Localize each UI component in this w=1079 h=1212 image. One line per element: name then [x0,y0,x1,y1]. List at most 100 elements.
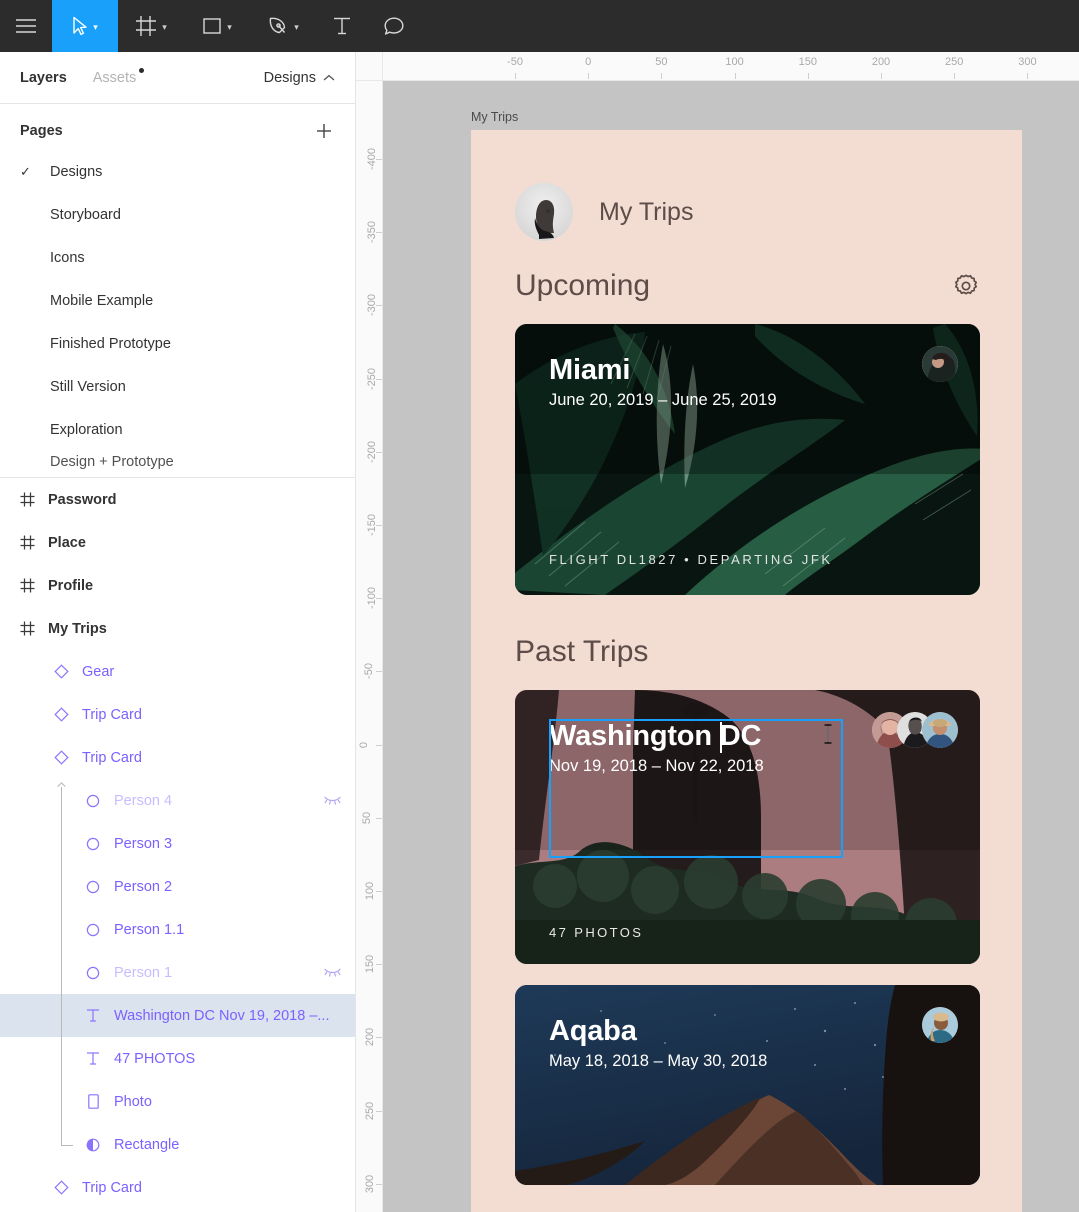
layer-row[interactable]: Person 3 [0,822,355,865]
component-icon [54,1180,69,1195]
page-item-still-version[interactable]: Still Version [0,365,355,408]
design-canvas[interactable]: My Trips [383,81,1079,1212]
ruler-tick-label: 250 [364,1101,376,1119]
instance-icon [86,837,100,851]
layer-label: My Trips [48,621,107,637]
layer-label: Photo [114,1094,152,1110]
ruler-tick-mark [376,964,382,965]
layer-type-icon [82,880,104,894]
layer-type-icon [82,1094,104,1109]
layer-row[interactable]: Washington DC Nov 19, 2018 –... [0,994,355,1037]
layer-row[interactable]: Person 2 [0,865,355,908]
ruler-tick-label: 250 [945,56,963,68]
ruler-tick-mark [515,73,516,79]
layer-row[interactable]: Rectangle [0,1123,355,1166]
ruler-tick-mark [881,73,882,79]
pen-tool-icon[interactable]: ▾ [250,0,316,52]
trip-card-aqaba[interactable]: Aqaba May 18, 2018 – May 30, 2018 [515,985,980,1185]
layers-tree: PasswordPlaceProfileMy TripsGearTrip Car… [0,478,355,1209]
comment-tool-icon[interactable] [368,0,420,52]
dc-avatars [872,712,958,748]
trip-card-miami[interactable]: Miami June 20, 2019 – June 25, 2019 FLIG… [515,324,980,595]
layer-label: Person 1 [114,965,172,981]
layer-row[interactable]: Trip Card [0,693,355,736]
layer-type-icon [82,1008,104,1023]
ruler-tick-mark [376,525,382,526]
assets-badge-dot [139,68,144,73]
ruler-tick-mark [376,379,382,380]
page-item-design-prototype[interactable]: Design + Prototype [0,451,355,473]
layer-label: Person 4 [114,793,172,809]
frame-icon [20,492,35,507]
layer-type-icon [82,794,104,808]
ruler-tick-mark [954,73,955,79]
ruler-tick-mark [588,73,589,79]
page-item-mobile-example[interactable]: Mobile Example [0,279,355,322]
layer-label: Password [48,492,117,508]
frame-label[interactable]: My Trips [471,110,518,124]
gear-icon[interactable] [952,272,980,300]
layer-label: 47 PHOTOS [114,1051,195,1067]
ruler-tick-mark [376,671,382,672]
instance-icon [86,966,100,980]
eye-off-icon [324,967,341,978]
menu-icon[interactable] [0,0,52,52]
layer-row[interactable]: Person 4 [0,779,355,822]
shape-tool-icon[interactable]: ▾ [184,0,250,52]
designs-toggle[interactable]: Designs [264,70,335,86]
layer-type-icon [82,1051,104,1066]
layer-row[interactable]: Trip Card [0,736,355,779]
chevron-down-icon: ▾ [294,23,299,32]
toggle-visibility-button[interactable] [324,967,341,978]
layer-type-icon [16,535,38,550]
ruler-tick-label: 100 [364,882,376,900]
aqaba-card-text: Aqaba May 18, 2018 – May 30, 2018 [549,1015,767,1071]
layer-label: Person 1.1 [114,922,184,938]
page-item-label: Finished Prototype [50,336,171,352]
frame-tool-icon[interactable]: ▾ [118,0,184,52]
layer-row[interactable]: Password [0,478,355,521]
layer-label: Washington DC Nov 19, 2018 –... [114,1008,329,1024]
ruler-tick-mark [376,232,382,233]
layer-row[interactable]: Photo [0,1080,355,1123]
ruler-tick-mark [376,745,382,746]
page-item-icons[interactable]: Icons [0,236,355,279]
add-page-button[interactable] [313,120,335,142]
artboard-my-trips[interactable]: My Trips Upcoming [471,130,1022,1212]
toggle-visibility-button[interactable] [324,795,341,806]
layer-row[interactable]: Place [0,521,355,564]
layer-row[interactable]: Person 1.1 [0,908,355,951]
vertical-ruler[interactable]: -400-350-300-250-200-150-100-50050100150… [356,81,383,1212]
ruler-tick-label: -50 [507,56,523,68]
instance-icon [86,880,100,894]
layer-row[interactable]: Profile [0,564,355,607]
layer-row[interactable]: 47 PHOTOS [0,1037,355,1080]
layer-label: Trip Card [82,750,142,766]
frame-icon [20,621,35,636]
miami-card-text: Miami June 20, 2019 – June 25, 2019 [549,354,777,410]
tab-assets[interactable]: Assets [93,70,137,86]
page-item-storyboard[interactable]: Storyboard [0,193,355,236]
page-item-exploration[interactable]: Exploration [0,408,355,451]
avatar-image [922,346,958,382]
tree-connector-foot [61,1145,73,1146]
figma-app-window: ▾ ▾ ▾ ▾ [0,0,1079,1212]
text-cursor-caret [720,722,722,753]
layer-row[interactable]: Person 1 [0,951,355,994]
page-item-finished-prototype[interactable]: Finished Prototype [0,322,355,365]
ruler-tick-mark [376,1111,382,1112]
panel-tab-bar: Layers Assets Designs [0,52,355,104]
layer-row[interactable]: Gear [0,650,355,693]
layer-row[interactable]: Trip Card [0,1166,355,1209]
horizontal-ruler[interactable]: -50050100150200250300350 [383,52,1079,81]
mockup-page-title: My Trips [599,198,693,227]
chevron-down-icon: ▾ [93,23,98,32]
text-tool-icon[interactable] [316,0,368,52]
page-item-label: Mobile Example [50,293,153,309]
tab-layers[interactable]: Layers [20,70,67,86]
move-tool-icon[interactable]: ▾ [52,0,118,52]
ruler-tick-label: 100 [725,56,743,68]
page-item-designs[interactable]: ✓Designs [0,150,355,193]
layer-row[interactable]: My Trips [0,607,355,650]
trip-card-washington-dc[interactable]: Washington DC Nov 19, 2018 – Nov 22, 201… [515,690,980,964]
